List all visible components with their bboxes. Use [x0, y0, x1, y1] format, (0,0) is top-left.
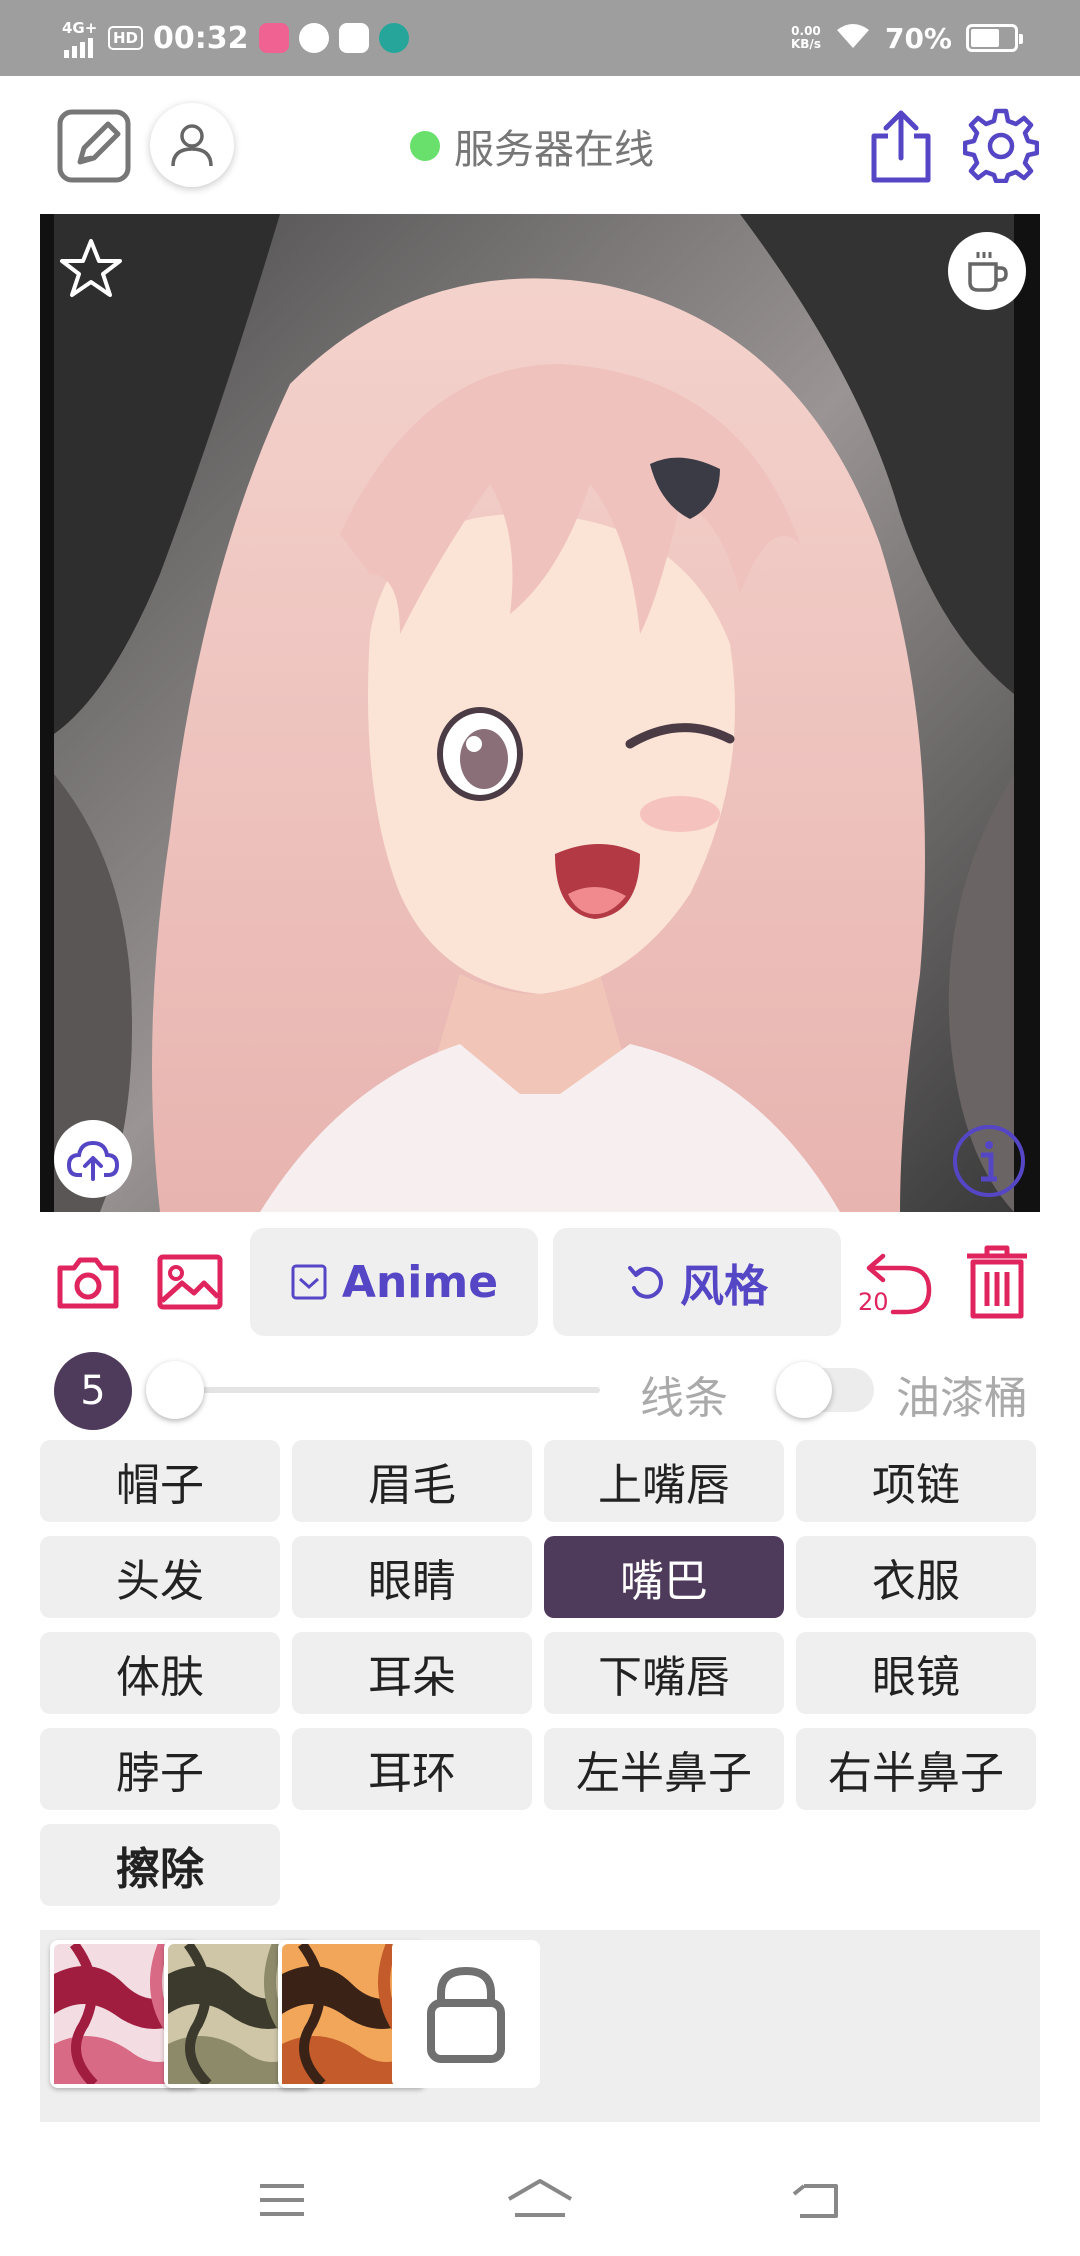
label-button[interactable]: 右半鼻子: [796, 1728, 1036, 1810]
coffee-cup-icon: [968, 252, 1008, 292]
upload-button[interactable]: [54, 1120, 132, 1198]
home-nav-button[interactable]: [500, 2170, 580, 2230]
status-bar: 4G+ HD 00:32 0.00 KB/s 70%: [0, 0, 1080, 76]
server-status-text: 服务器在线: [454, 127, 654, 173]
style-label: 风格: [680, 1261, 768, 1312]
server-online-indicator: [410, 131, 440, 161]
paint-bucket-toggle[interactable]: [776, 1362, 832, 1418]
network-speed: 0.00 KB/s: [790, 24, 821, 51]
status-left: 4G+ HD 00:32: [62, 14, 409, 62]
notification-app-icon: [258, 23, 289, 53]
brush-size-indicator: 5: [54, 1352, 132, 1430]
label-button[interactable]: 下嘴唇: [544, 1632, 784, 1714]
menu-nav-button[interactable]: [242, 2170, 322, 2230]
back-nav-button[interactable]: [776, 2170, 856, 2230]
user-button[interactable]: [150, 103, 234, 187]
refresh-icon: [628, 1266, 663, 1299]
label-button[interactable]: 眼睛: [292, 1536, 532, 1618]
model-label: Anime: [341, 1256, 499, 1308]
home-icon: [507, 2179, 573, 2217]
trash-icon: [967, 1245, 1027, 1319]
style-button[interactable]: 风格: [553, 1228, 841, 1336]
back-icon: [792, 2184, 838, 2218]
brush-size-slider-track[interactable]: [150, 1387, 600, 1393]
lock-icon: [427, 1966, 505, 2063]
favorite-button[interactable]: [56, 234, 126, 304]
action-row: Anime 风格 20: [0, 1222, 1080, 1340]
camera-icon: [57, 1257, 119, 1309]
label-button[interactable]: 脖子: [40, 1728, 280, 1810]
share-icon: [871, 110, 931, 183]
hd-badge: HD: [108, 26, 144, 50]
label-button[interactable]: 耳环: [292, 1728, 532, 1810]
drawing-canvas[interactable]: [40, 214, 1040, 1212]
camera-button[interactable]: [50, 1244, 126, 1320]
notification-compass-icon: [298, 23, 329, 53]
brush-size-slider-thumb[interactable]: [146, 1361, 204, 1419]
label-button[interactable]: 耳朵: [292, 1632, 532, 1714]
menu-icon: [260, 2184, 304, 2216]
top-toolbar: 服务器在线: [0, 76, 1080, 214]
label-button[interactable]: 衣服: [796, 1536, 1036, 1618]
navigation-bar: [0, 2140, 1080, 2256]
donate-button[interactable]: [948, 232, 1026, 310]
label-button[interactable]: 眉毛: [292, 1440, 532, 1522]
pen-square-icon: [57, 109, 131, 183]
gallery-button[interactable]: [152, 1244, 228, 1320]
network-type: 4G+: [62, 19, 98, 37]
style-presets: [40, 1930, 1040, 2122]
locked-preset-button[interactable]: [392, 1940, 540, 2088]
lines-label: 线条: [640, 1373, 728, 1424]
model-select-button[interactable]: Anime: [250, 1228, 538, 1336]
paint-bucket-label: 油漆桶: [896, 1373, 1028, 1424]
brush-settings-row: 5 线条 油漆桶: [0, 1340, 1080, 1440]
battery-icon: [966, 24, 1023, 52]
checkbox-icon: [291, 1264, 327, 1300]
label-button[interactable]: 头发: [40, 1536, 280, 1618]
cellular-signal-icon: 4G+: [62, 18, 98, 58]
label-button[interactable]: 嘴巴: [544, 1536, 784, 1618]
status-right: 0.00 KB/s 70%: [790, 14, 1023, 62]
label-button[interactable]: 擦除: [40, 1824, 280, 1906]
notification-app-icon-2: [338, 23, 369, 53]
undo-count: 20: [858, 1288, 889, 1316]
label-button[interactable]: 眼镜: [796, 1632, 1036, 1714]
settings-button[interactable]: [962, 106, 1040, 184]
share-button[interactable]: [866, 106, 936, 186]
battery-percent: 70%: [884, 21, 952, 55]
segment-label-grid: 帽子 眉毛 上嘴唇 项链头发 眼睛 嘴巴 衣服体肤 耳朵 下嘴唇 眼镜脖子 耳环 左半鼻子 右半鼻子擦除: [40, 1440, 1040, 1906]
edit-canvas-button[interactable]: [56, 106, 134, 184]
label-button[interactable]: 体肤: [40, 1632, 280, 1714]
label-button[interactable]: 左半鼻子: [544, 1728, 784, 1810]
gear-icon: [963, 108, 1039, 183]
label-button[interactable]: 帽子: [40, 1440, 280, 1522]
notification-phone-icon: [378, 23, 409, 53]
wifi-icon: [835, 22, 871, 54]
info-icon: [953, 1125, 1025, 1197]
cloud-upload-icon: [66, 1140, 120, 1181]
image-icon: [157, 1254, 223, 1310]
user-icon: [171, 124, 213, 167]
star-icon: [60, 239, 122, 297]
label-button[interactable]: 上嘴唇: [544, 1440, 784, 1522]
generated-image: [54, 214, 1014, 1212]
label-button[interactable]: 项链: [796, 1440, 1036, 1522]
delete-button[interactable]: [958, 1238, 1036, 1326]
info-button[interactable]: [950, 1122, 1028, 1200]
clock: 00:32: [153, 20, 249, 56]
server-status: 服务器在线: [410, 116, 654, 176]
